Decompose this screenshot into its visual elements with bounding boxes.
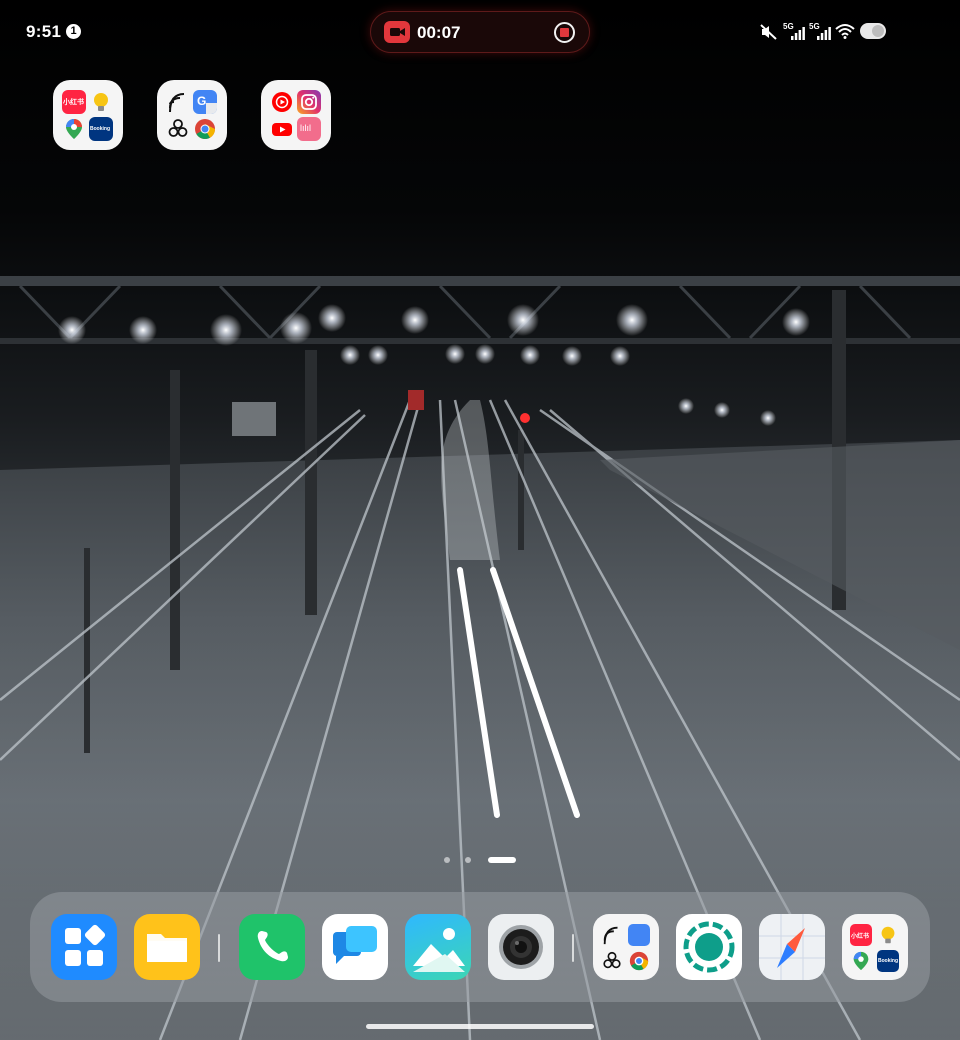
widgets-icon [65, 924, 106, 966]
files-app[interactable] [134, 914, 200, 980]
booking-icon: Booking [877, 950, 899, 972]
notification-count-badge: 1 [66, 24, 81, 39]
wallpaper [0, 0, 960, 1040]
battery-icon [860, 23, 886, 39]
folder-icon [147, 934, 187, 962]
status-bar: 9:51 1 00:07 5G 5G [0, 0, 960, 64]
mountain-photo-icon [413, 928, 465, 972]
phone-app[interactable] [239, 914, 305, 980]
page-indicator[interactable] [0, 856, 960, 864]
rail-yard-illustration [0, 276, 960, 1040]
music-label: lılıl [300, 123, 311, 133]
booking-label: Booking [878, 958, 898, 964]
booking-icon: Booking [89, 117, 113, 141]
wifi-icon [835, 24, 855, 39]
dock-separator-1 [218, 934, 220, 962]
xiaohongshu-label: 小红书 [851, 933, 870, 940]
nfc-icon [166, 90, 190, 114]
recording-timer: 00:07 [417, 23, 461, 42]
page-dot-2[interactable] [465, 857, 471, 863]
translate-label: G [197, 94, 207, 108]
chrome-icon [629, 951, 649, 971]
lightbulb-icon [881, 926, 895, 944]
signal-5g-icon-2: 5G [809, 22, 831, 40]
xiaohongshu-icon: 小红书 [62, 90, 86, 114]
xiaohongshu-label: 小红书 [63, 98, 84, 106]
nfc-icon [603, 926, 618, 945]
video-camera-icon [384, 21, 410, 43]
compass-app[interactable] [759, 914, 825, 980]
status-clock: 9:51 [26, 22, 62, 41]
signal-5g-icon-1: 5G [783, 22, 805, 40]
lightbulb-icon [89, 90, 113, 114]
google-translate-icon [628, 924, 650, 946]
youtube-music-icon [270, 90, 294, 114]
chatgpt-icon [603, 951, 621, 969]
mute-icon [760, 24, 777, 40]
camera-lens-icon [499, 925, 543, 969]
folder-media[interactable]: lılıl [261, 80, 331, 150]
folder-google[interactable]: G [157, 80, 227, 150]
messages-app[interactable] [322, 914, 388, 980]
maps-pin-icon [853, 951, 869, 971]
camera-app[interactable] [488, 914, 554, 980]
gallery-app[interactable] [405, 914, 471, 980]
screen-recording-pill[interactable]: 00:07 [370, 11, 590, 53]
google-translate-icon: G [193, 90, 217, 114]
dock-folder-travel[interactable]: 小红书 Booking [842, 914, 908, 980]
xiaohongshu-icon: 小红书 [850, 924, 872, 946]
maps-pin-icon [62, 117, 86, 141]
folder-travel[interactable]: 小红书 Booking [53, 80, 123, 150]
youtube-icon [270, 117, 294, 141]
dock-folder-google[interactable] [593, 914, 659, 980]
chrome-icon [193, 117, 217, 141]
dock-separator-2 [572, 934, 574, 962]
music-app-icon: lılıl [297, 117, 321, 141]
compass-icon [759, 914, 825, 980]
screen-recorder-icon [683, 921, 735, 973]
booking-label: Booking [90, 126, 110, 132]
instagram-icon [297, 90, 321, 114]
phone-icon [257, 931, 288, 962]
widgets-app[interactable] [51, 914, 117, 980]
screen-recorder-app[interactable] [676, 914, 742, 980]
page-dot-1[interactable] [444, 857, 450, 863]
stop-recording-button[interactable] [554, 22, 575, 43]
chatgpt-icon [166, 117, 190, 141]
page-dot-3-active[interactable] [488, 857, 516, 863]
home-gesture-bar[interactable] [366, 1024, 594, 1029]
dock: 小红书 Booking [30, 892, 930, 1002]
chat-bubble-icon [333, 926, 377, 964]
